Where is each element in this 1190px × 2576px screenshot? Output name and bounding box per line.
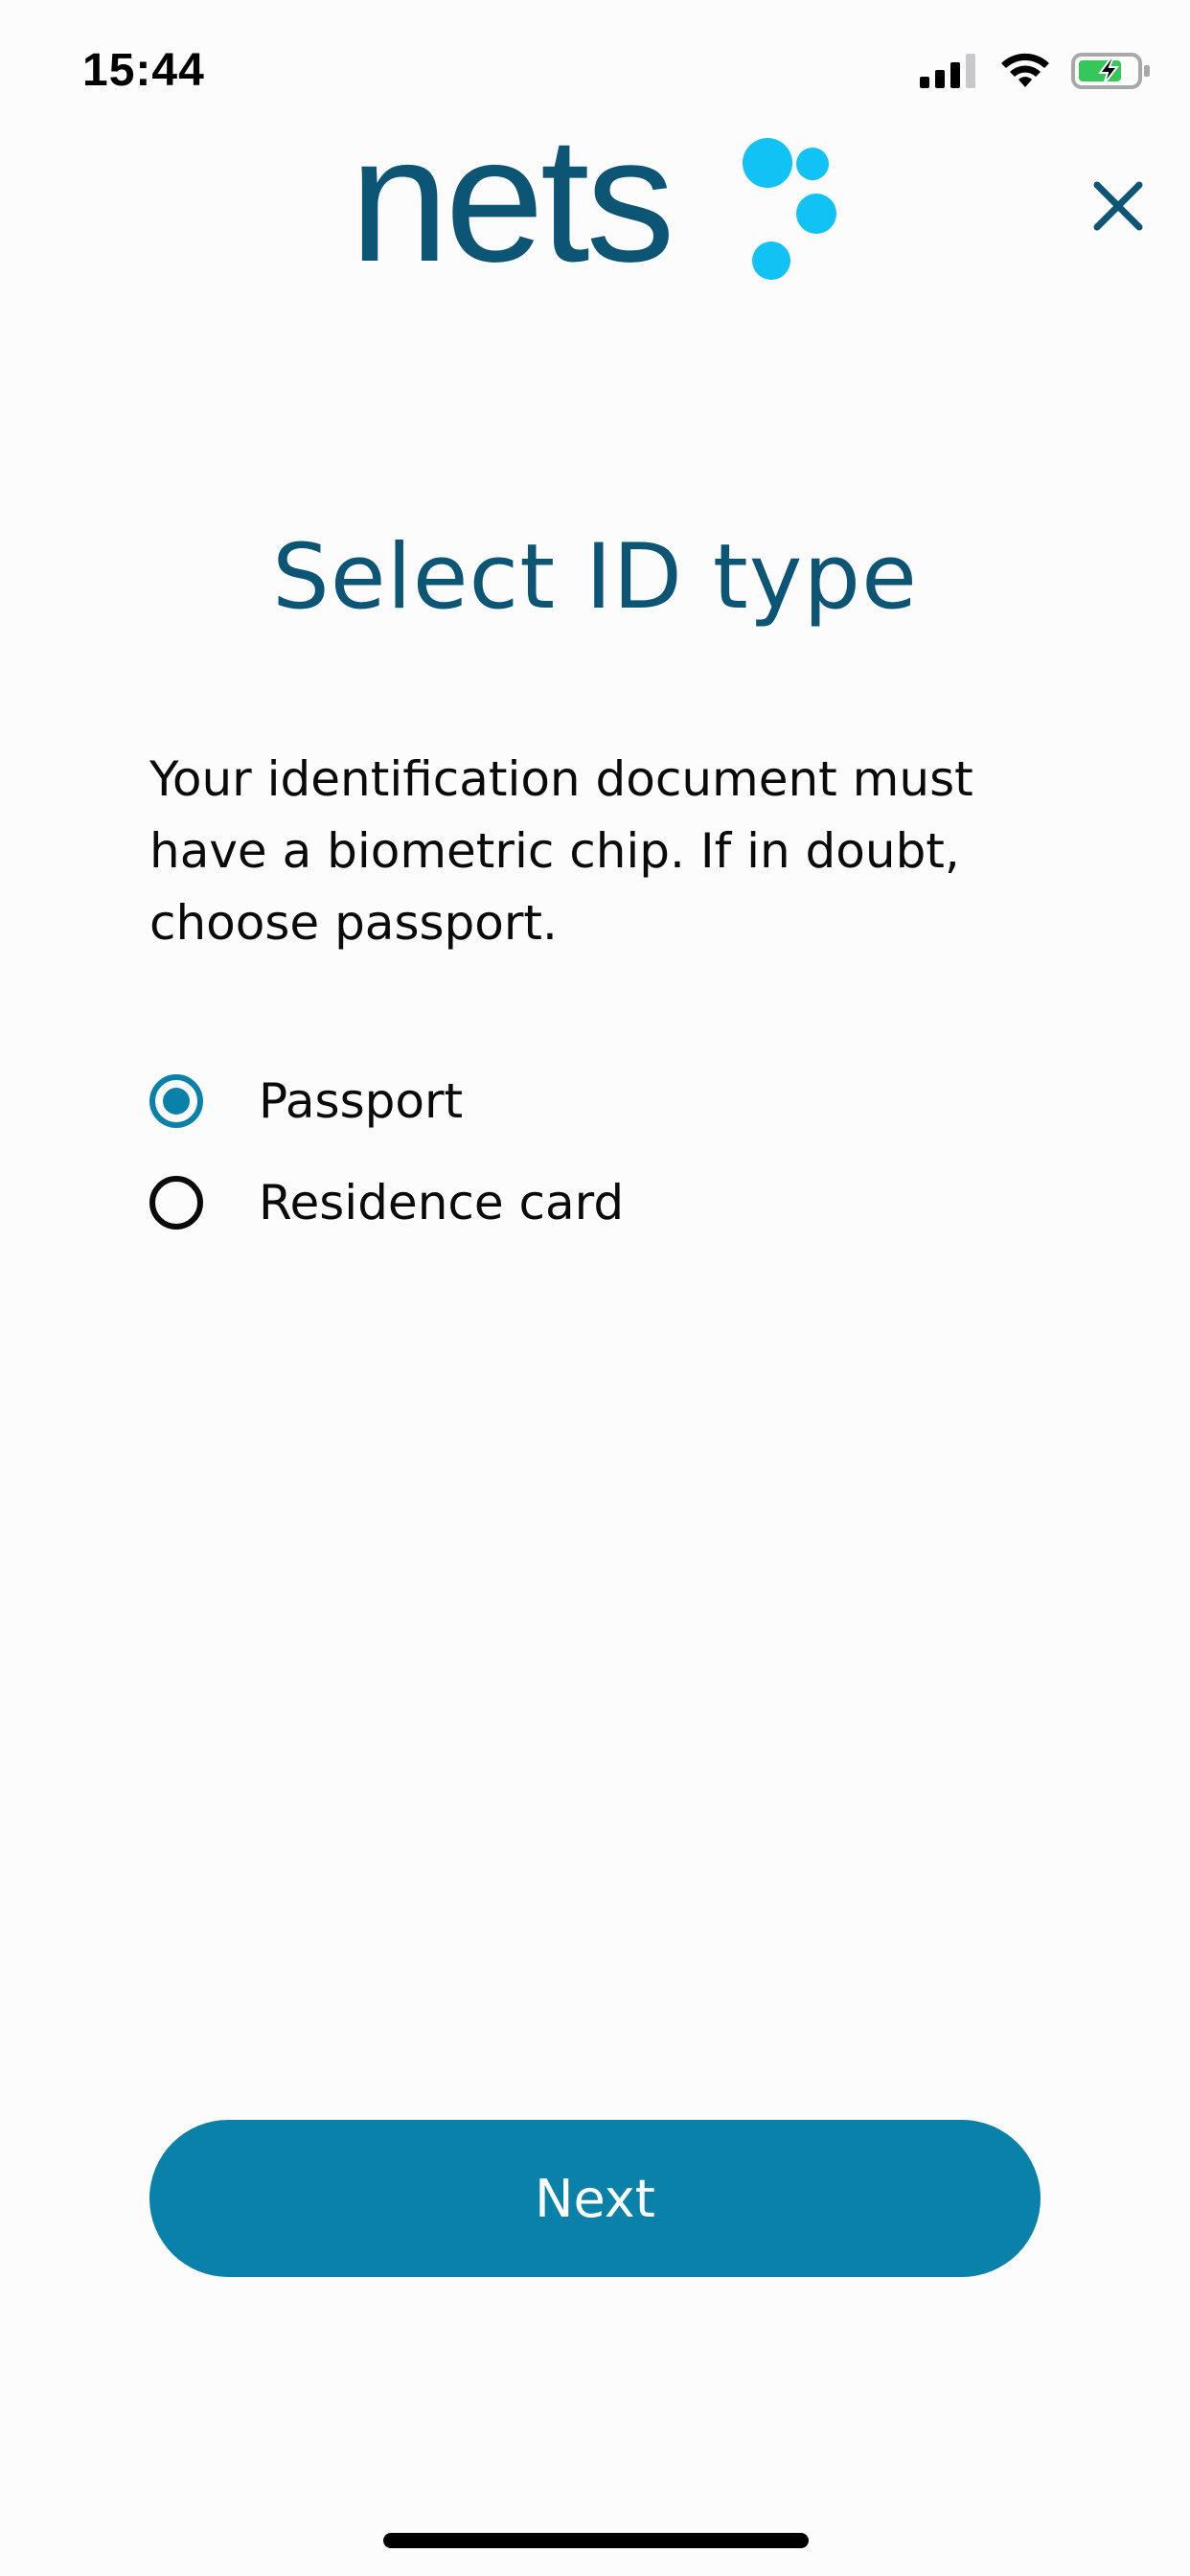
home-indicator[interactable] xyxy=(383,2533,809,2548)
next-button[interactable]: Next xyxy=(149,2120,1041,2277)
option-label: Residence card xyxy=(259,1175,625,1230)
page-title: Select ID type xyxy=(272,525,918,630)
logo-dot xyxy=(796,148,829,180)
option-passport[interactable]: Passport xyxy=(149,1073,463,1129)
logo-wordmark: nets xyxy=(350,101,675,299)
close-button[interactable] xyxy=(1092,180,1144,232)
close-icon xyxy=(1093,181,1143,231)
wifi-icon xyxy=(1001,53,1049,87)
battery-charging-icon xyxy=(1071,53,1150,89)
logo-dot xyxy=(796,194,836,234)
description-text: Your identification document must have a… xyxy=(149,751,973,951)
logo-dot xyxy=(752,242,790,280)
nets-logo: nets xyxy=(350,111,848,289)
logo-dot xyxy=(743,138,792,188)
cellular-signal-icon xyxy=(920,54,975,88)
option-label: Passport xyxy=(259,1073,464,1129)
radio-unselected-icon[interactable] xyxy=(149,1176,203,1230)
radio-selected-icon[interactable] xyxy=(149,1074,203,1128)
status-icons xyxy=(920,50,1152,92)
status-time: 15:44 xyxy=(82,45,205,96)
option-residence-card[interactable]: Residence card xyxy=(149,1175,624,1230)
